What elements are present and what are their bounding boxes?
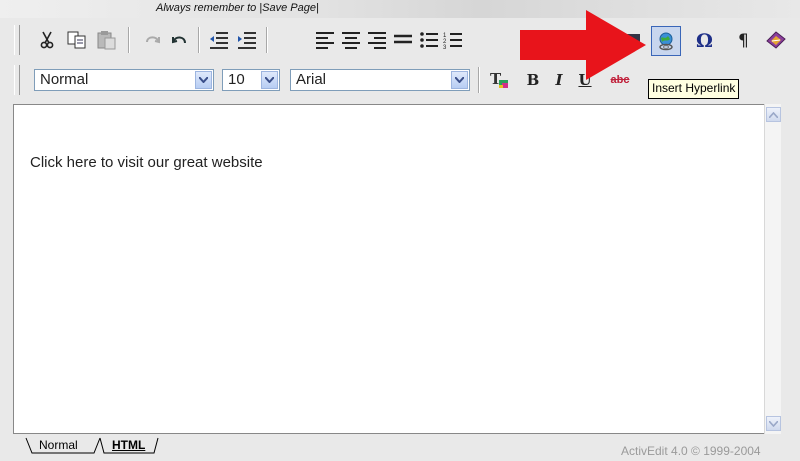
text-color-button[interactable]: T (486, 67, 512, 93)
copy-button[interactable] (64, 27, 90, 53)
special-character-button[interactable]: Ω (692, 27, 718, 53)
scissors-icon (40, 31, 54, 49)
font-size-select[interactable]: 10 (222, 69, 280, 91)
style-select-value: Normal (40, 71, 89, 88)
paragraph-mark-button[interactable]: ¶ (731, 27, 757, 53)
svg-text:3: 3 (443, 45, 447, 49)
editor-content-area[interactable]: Click here to visit our great website (13, 104, 778, 434)
undo-button[interactable] (166, 27, 192, 53)
toolbar-separator (266, 27, 268, 53)
toolbar-separator (128, 27, 130, 53)
align-right-button[interactable] (364, 27, 390, 53)
justify-icon (394, 34, 412, 44)
red-arrow-pointer-icon (520, 10, 646, 80)
toolbar-grip[interactable] (14, 25, 20, 55)
toolbar-grip[interactable] (14, 65, 20, 95)
paste-button[interactable] (94, 27, 120, 53)
chevron-down-icon[interactable] (195, 71, 212, 89)
text-color-icon: T (490, 70, 508, 88)
editor-text[interactable]: Click here to visit our great website (30, 154, 263, 171)
justify-button[interactable] (390, 27, 416, 53)
align-left-button[interactable] (312, 27, 338, 53)
save-notice-text: Always remember to |Save Page| (156, 2, 319, 14)
redo-button[interactable] (140, 27, 166, 53)
scroll-down-arrow-icon[interactable] (766, 416, 781, 431)
insert-hyperlink-button[interactable] (651, 26, 681, 56)
numbered-list-button[interactable]: 123 (440, 27, 466, 53)
toolbar-separator (478, 67, 480, 93)
chevron-down-icon[interactable] (451, 71, 468, 89)
svg-text:Ω: Ω (696, 30, 713, 50)
font-size-select-value: 10 (228, 71, 245, 88)
font-family-select-value: Arial (296, 71, 327, 88)
bullet-list-icon (420, 32, 438, 48)
omega-icon: Ω (696, 30, 713, 50)
tab-normal[interactable]: Normal (35, 437, 82, 453)
chevron-down-icon[interactable] (261, 71, 278, 89)
indent-icon (238, 32, 256, 49)
pilcrow-icon: ¶ (738, 31, 749, 50)
align-center-button[interactable] (338, 27, 364, 53)
undo-icon (172, 36, 186, 44)
save-notice-bar: Always remember to |Save Page| (0, 0, 800, 18)
spellcheck-button[interactable] (763, 27, 789, 53)
align-center-icon (342, 32, 360, 49)
indent-button[interactable] (234, 27, 260, 53)
toolbar-row-1: 123 Ω ¶ (0, 19, 800, 63)
style-select[interactable]: Normal (34, 69, 214, 91)
font-family-select[interactable]: Arial (290, 69, 470, 91)
tab-html[interactable]: HTML (108, 437, 149, 453)
insert-hyperlink-tooltip: Insert Hyperlink (648, 79, 740, 99)
vertical-scrollbar[interactable] (764, 104, 781, 434)
redo-icon (146, 36, 160, 44)
align-left-icon (316, 32, 334, 49)
scroll-up-arrow-icon[interactable] (766, 107, 781, 122)
toolbar-separator (198, 27, 200, 53)
align-right-icon (368, 32, 386, 49)
spellcheck-book-icon (766, 31, 786, 49)
copy-icon (67, 31, 86, 49)
outdent-button[interactable] (206, 27, 232, 53)
editor-window: Always remember to |Save Page| 1 2 3 Ω ¶… (0, 0, 800, 461)
svg-text:¶: ¶ (738, 31, 749, 50)
paste-icon (97, 31, 116, 50)
outdent-icon (210, 32, 228, 49)
cut-button[interactable] (34, 27, 60, 53)
product-credit: ActivEdit 4.0 © 1999-2004 (621, 444, 761, 458)
hyperlink-globe-icon (659, 32, 673, 51)
numbered-list-icon: 123 (443, 33, 462, 49)
bulleted-list-button[interactable] (416, 27, 442, 53)
